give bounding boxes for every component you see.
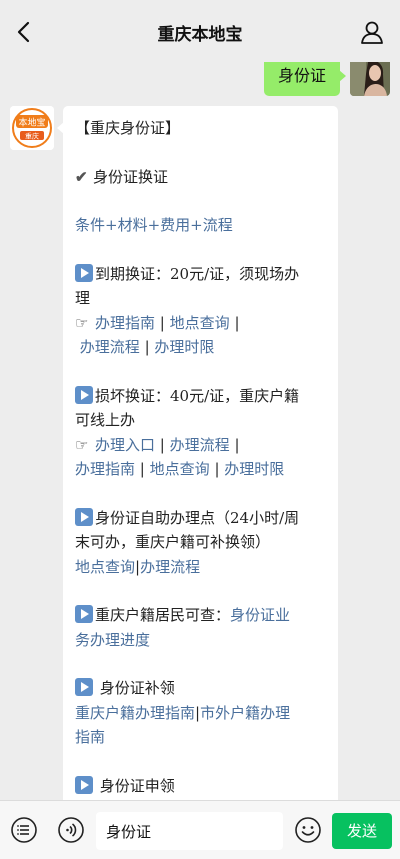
damage-entry-link[interactable]: 办理入口 xyxy=(95,436,155,454)
separator: | xyxy=(234,435,240,454)
play-icon xyxy=(75,775,93,794)
message-heading: 【重庆身份证】 xyxy=(75,119,181,137)
emoji-icon xyxy=(295,817,321,843)
page-title: 重庆本地宝 xyxy=(157,25,243,45)
reissue-title: 身份证补领 xyxy=(75,676,326,701)
outgoing-message-bubble[interactable]: 身份证 xyxy=(263,62,347,96)
nonlocal-reissue-guide-link-cont[interactable]: 指南 xyxy=(75,728,105,746)
pointing-hand-icon: ☞ xyxy=(75,435,89,454)
outgoing-message-row: 身份证 xyxy=(263,62,390,100)
expire-time-link[interactable]: 办理时限 xyxy=(154,338,214,356)
self-process-link[interactable]: 办理流程 xyxy=(140,558,200,576)
damage-replace-text-cont: 可线上办 xyxy=(75,411,136,429)
conditions-link[interactable]: 条件+材料+费用+流程 xyxy=(75,216,233,234)
check-icon: ✔ xyxy=(75,167,88,186)
expire-replace-text-cont: 理 xyxy=(75,289,91,307)
play-icon xyxy=(75,263,93,282)
self-location-link[interactable]: 地点查询 xyxy=(75,558,135,576)
message-input[interactable] xyxy=(96,812,283,850)
damage-location-link[interactable]: 地点查询 xyxy=(150,460,210,478)
svg-text:重庆: 重庆 xyxy=(25,132,39,141)
progress-query-text: 重庆户籍居民可查：身份证业 xyxy=(75,603,326,628)
play-icon xyxy=(75,678,93,696)
local-reissue-guide-link[interactable]: 重庆户籍办理指南 xyxy=(75,704,195,722)
apply-title: 身份证申领 xyxy=(75,774,326,799)
damage-replace-text: 损坏换证：40元/证，重庆户籍 xyxy=(75,384,326,409)
section-replace-title: ✔ 身份证换证 xyxy=(75,165,326,190)
menu-button[interactable] xyxy=(10,816,38,844)
expire-location-link[interactable]: 地点查询 xyxy=(170,314,230,332)
separator: | xyxy=(144,338,150,356)
play-icon xyxy=(75,385,93,404)
top-bar: 重庆本地宝 xyxy=(0,0,400,62)
damage-process-link[interactable]: 办理流程 xyxy=(170,436,230,454)
separator: | xyxy=(159,313,165,332)
chat-area[interactable]: 身份证 本地宝 重庆 【重庆身份证】 ✔ 身份证换证 条件+材料+费用+流程 到… xyxy=(0,62,400,800)
user-photo xyxy=(350,62,390,96)
damage-time-link[interactable]: 办理时限 xyxy=(224,460,284,478)
person-icon xyxy=(361,21,383,44)
nonlocal-reissue-guide-link[interactable]: 市外户籍办理 xyxy=(200,704,290,722)
pointing-hand-icon: ☞ xyxy=(75,313,89,332)
play-icon xyxy=(75,507,93,526)
svg-text:本地宝: 本地宝 xyxy=(18,117,45,129)
progress-link[interactable]: 身份证业 xyxy=(230,606,290,624)
user-avatar[interactable] xyxy=(350,62,390,96)
play-icon xyxy=(75,605,93,623)
expire-replace-text: 到期换证：20元/证，须现场办 xyxy=(75,262,326,287)
incoming-message-bubble[interactable]: 【重庆身份证】 ✔ 身份证换证 条件+材料+费用+流程 到期换证：20元/证，须现… xyxy=(57,106,338,800)
official-account-avatar[interactable]: 本地宝 重庆 xyxy=(10,106,54,150)
self-service-text: 身份证自助办理点（24小时/周 xyxy=(75,506,326,531)
damage-guide-link[interactable]: 办理指南 xyxy=(75,460,135,478)
separator: | xyxy=(214,460,220,478)
separator: | xyxy=(234,313,240,332)
voice-button[interactable] xyxy=(57,816,85,844)
bendibao-logo: 本地宝 重庆 xyxy=(10,106,54,150)
profile-button[interactable] xyxy=(358,18,386,46)
progress-link-cont[interactable]: 务办理进度 xyxy=(75,631,150,649)
separator: | xyxy=(159,435,165,454)
send-button[interactable]: 发送 xyxy=(332,813,392,849)
voice-icon xyxy=(58,817,84,843)
separator: | xyxy=(139,460,145,478)
expire-process-link[interactable]: 办理流程 xyxy=(80,338,140,356)
self-service-text-cont: 末可办，重庆户籍可补换领） xyxy=(75,533,271,551)
emoji-button[interactable] xyxy=(294,816,322,844)
expire-guide-link[interactable]: 办理指南 xyxy=(95,314,155,332)
input-bar: 发送 xyxy=(0,800,400,859)
menu-icon xyxy=(11,817,37,843)
